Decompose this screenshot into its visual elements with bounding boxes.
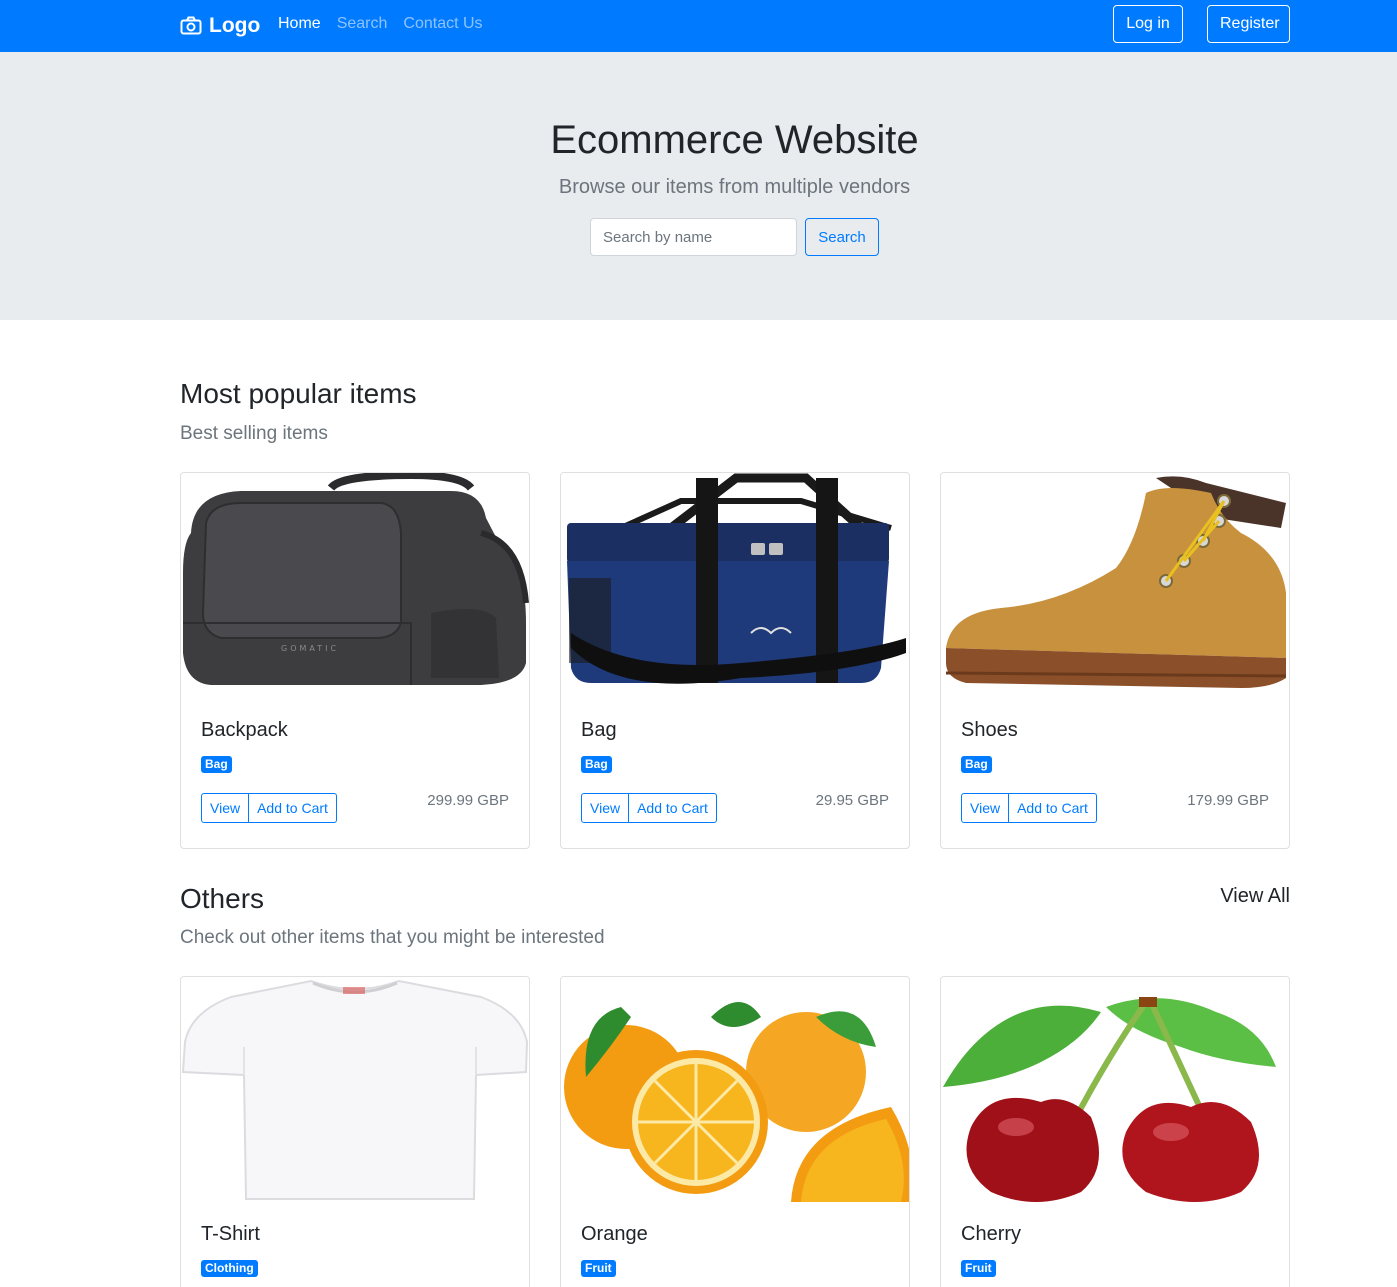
category-badge: Fruit — [961, 1260, 996, 1277]
others-section-title: Others — [180, 883, 265, 914]
add-to-cart-button[interactable]: Add to Cart — [249, 793, 337, 823]
hero-title: Ecommerce Website — [550, 118, 919, 162]
brand-link[interactable]: Logo — [180, 12, 260, 40]
search-input[interactable] — [590, 218, 797, 256]
register-button[interactable]: Register — [1207, 5, 1290, 43]
orange-image — [561, 977, 909, 1205]
category-badge: Bag — [201, 756, 232, 773]
tshirt-image — [181, 977, 529, 1205]
nav-link-contact[interactable]: Contact Us — [403, 15, 482, 33]
view-button[interactable]: View — [961, 793, 1010, 823]
card-button-group: View Add to Cart — [201, 793, 337, 823]
product-title: Shoes — [961, 719, 1018, 741]
brand-text: Logo — [209, 14, 261, 37]
product-card: Orange Fruit — [560, 976, 910, 1287]
popular-section-title: Most popular items — [180, 378, 417, 409]
search-button[interactable]: Search — [805, 218, 879, 256]
product-title: Cherry — [961, 1223, 1022, 1245]
add-to-cart-button[interactable]: Add to Cart — [1009, 793, 1097, 823]
nav-links: Home Search Contact Us — [278, 15, 483, 33]
cherry-image — [941, 977, 1289, 1205]
hero-jumbotron: Ecommerce Website Browse our items from … — [0, 52, 1397, 320]
login-button[interactable]: Log in — [1113, 5, 1183, 43]
product-title: Orange — [581, 1223, 648, 1245]
product-card: GOMATIC Backpack Bag View Add to Cart 29… — [180, 472, 530, 849]
backpack-image: GOMATIC — [181, 473, 529, 701]
category-badge: Bag — [961, 756, 992, 773]
product-title: Backpack — [201, 719, 288, 741]
product-title: T-Shirt — [201, 1223, 260, 1245]
view-all-link[interactable]: View All — [1190, 885, 1290, 908]
others-section-subtitle: Check out other items that you might be … — [180, 927, 605, 948]
category-badge: Clothing — [201, 1260, 258, 1277]
boot-image — [941, 473, 1289, 701]
nav-link-search[interactable]: Search — [337, 15, 388, 33]
product-price: 29.95 GBP — [815, 792, 889, 809]
svg-text:GOMATIC: GOMATIC — [281, 644, 339, 653]
category-badge: Fruit — [581, 1260, 616, 1277]
camera-icon — [180, 16, 202, 35]
cooler-bag-image — [561, 473, 909, 701]
product-card: Shoes Bag View Add to Cart 179.99 GBP — [940, 472, 1290, 849]
navbar: Logo Home Search Contact Us Log in Regis… — [0, 0, 1397, 52]
product-price: 179.99 GBP — [1187, 792, 1269, 809]
product-card: Bag Bag View Add to Cart 29.95 GBP — [560, 472, 910, 849]
add-to-cart-button[interactable]: Add to Cart — [629, 793, 717, 823]
product-card: Cherry Fruit — [940, 976, 1290, 1287]
product-price: 299.99 GBP — [427, 792, 509, 809]
nav-link-home[interactable]: Home — [278, 15, 321, 33]
view-button[interactable]: View — [581, 793, 630, 823]
product-title: Bag — [581, 719, 617, 741]
card-button-group: View Add to Cart — [581, 793, 717, 823]
hero-subtitle: Browse our items from multiple vendors — [558, 176, 911, 198]
card-button-group: View Add to Cart — [961, 793, 1097, 823]
product-card: T-Shirt Clothing — [180, 976, 530, 1287]
category-badge: Bag — [581, 756, 612, 773]
view-button[interactable]: View — [201, 793, 250, 823]
popular-section-subtitle: Best selling items — [180, 423, 328, 444]
